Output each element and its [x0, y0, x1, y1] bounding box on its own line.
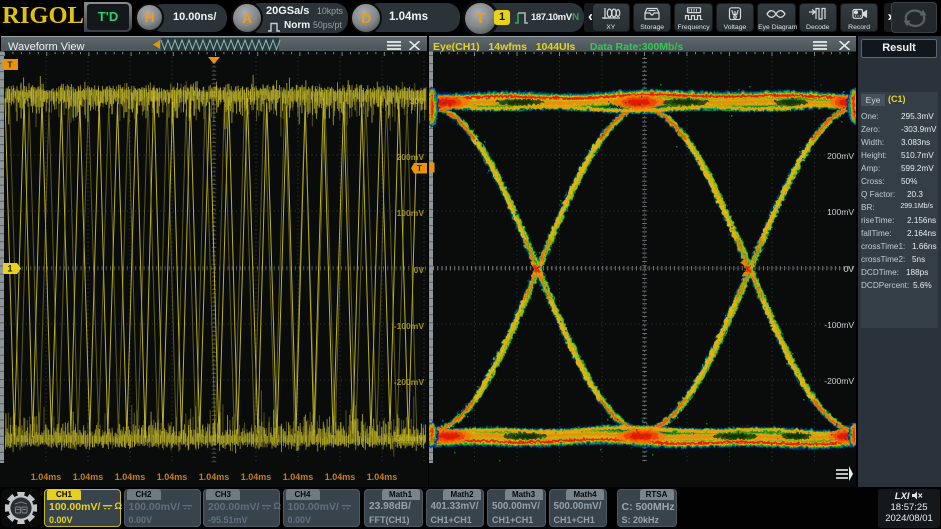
svg-text:T: T [417, 163, 423, 173]
svg-text:1: 1 [7, 264, 12, 274]
svg-text:T: T [8, 61, 13, 70]
